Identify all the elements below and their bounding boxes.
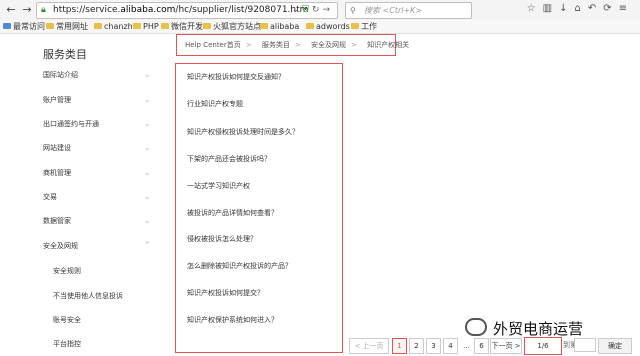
page-button[interactable]: 3 [426,338,441,354]
forward-icon[interactable]: → [19,2,35,18]
breadcrumb: Help Center首页 > 服务类目 > 安全及网规 > 知识产权相关 [176,34,409,56]
search-icon: ⚲ [350,6,356,15]
chevron-right-icon: > [350,41,357,49]
chevron-down-icon: ⌄ [143,95,151,105]
search-placeholder: 搜索 <Ctrl+K> [364,6,423,15]
chevron-down-icon: ⌄ [143,168,151,178]
sync-icon: ⟳ [603,3,619,14]
sidebar-item-security[interactable]: 安全及网规 ⌃ [43,234,151,258]
url-action-icons[interactable]: ⌄⛨↻→ [292,3,333,18]
question-list: 知识产权投诉如何提交反通知？ 行业知识产权专题 知识产权侵权投诉处理时间是多久？… [175,63,343,353]
page-button[interactable]: 1 [392,338,407,354]
search-bar[interactable]: ⚲ 搜索 <Ctrl+K> [345,2,472,19]
chevron-down-icon: ⌄ [143,216,151,226]
confirm-button[interactable]: 确定 [598,338,632,354]
question-link[interactable]: 一站式学习知识产权 [187,181,337,191]
bookmark-item[interactable]: 火狐官方站点 [203,20,261,33]
url-bar[interactable]: 🔒︎ https://service.alibaba.com/hc/suppli… [36,2,338,19]
next-page-button[interactable]: 下一页 > [490,338,522,354]
breadcrumb-item[interactable]: 服务类目 [262,41,290,49]
sidebar-item[interactable]: 国际站介绍 ⌄ [43,63,151,87]
library-icon: ▥ [542,3,560,14]
home-icon: ⌂ [574,3,588,14]
breadcrumb-item: 知识产权相关 [367,41,410,49]
question-link[interactable]: 下架的产品还会被投诉吗？ [187,154,337,164]
page-ellipsis: ... [460,338,473,354]
page-button[interactable]: 2 [409,338,424,354]
chevron-right-icon: > [294,41,301,49]
breadcrumb-item[interactable]: Help Center首页 [185,41,241,49]
sidebar-title: 服务类目 [43,48,87,61]
back-icon[interactable]: ← [3,2,19,18]
chevron-down-icon: ⌄ [143,192,151,202]
question-link[interactable]: 知识产权侵权投诉处理时间是多久？ [187,127,337,137]
question-link[interactable]: 怎么删除被知识产权投诉的产品？ [187,261,337,271]
bookmark-item[interactable]: 常用网址 [46,20,88,33]
star-icon: ☆ [526,3,543,14]
chevron-down-icon: ⌄ [143,70,151,80]
page-content: 服务类目 国际站介绍 ⌄ 账户管理 ⌄ 出口通签约与开通 ⌄ 网站建设 ⌄ 商机管理 ⌄ … [0,34,640,355]
page-button[interactable]: 4 [443,338,458,354]
reload-icon: ↻ [311,5,323,15]
question-link[interactable]: 行业知识产权专题 [187,99,337,109]
bookmarks-bar: 最常访问 常用网址 chanzhi PHP 微信开发 火狐官方站点 alibab… [0,20,640,34]
sidebar-item[interactable]: 交易 ⌄ [43,185,151,209]
download-icon: ↓ [559,3,575,14]
sidebar: 服务类目 国际站介绍 ⌄ 账户管理 ⌄ 出口通签约与开通 ⌄ 网站建设 ⌄ 商机管理 ⌄ … [0,34,160,353]
bookmark-item[interactable]: 工作 [351,20,377,33]
menu-icon: ≡ [618,3,634,14]
question-link[interactable]: 知识产权投诉如何提交反通知？ [187,72,337,82]
breadcrumb-item[interactable]: 安全及网规 [311,41,346,49]
bookmark-item[interactable]: 最常访问 [3,20,45,33]
prev-page-button[interactable]: < 上一页 [349,338,389,354]
chevron-down-icon: ⌄ [143,119,151,129]
bookmark-item[interactable]: PHP [133,20,159,33]
sidebar-subitem[interactable]: 不当使用他人信息投诉 [53,284,151,308]
undo-icon: ↶ [587,3,604,14]
question-link[interactable]: 侵权被投诉怎么处理？ [187,234,337,244]
question-link[interactable]: 知识产权保护系统如何进入？ [187,315,337,325]
sidebar-item[interactable]: 商机管理 ⌄ [43,161,151,185]
sidebar-item[interactable]: 账户管理 ⌄ [43,88,151,112]
sidebar-item[interactable]: 出口通签约与开通 ⌄ [43,112,151,136]
sidebar-subitem[interactable]: 平台指控 [53,332,151,356]
lock-icon: 🔒︎ [41,5,46,15]
url-text: https://service.alibaba.com/hc/supplier/… [53,5,309,15]
chevron-down-icon: ⌄ [143,143,151,153]
question-link[interactable]: 知识产权投诉如何提交？ [187,288,337,298]
bookmark-item[interactable]: 微信开发 [161,20,203,33]
page-button[interactable]: 6 [474,338,489,354]
browser-toolbar: ← → 🔒︎ https://service.alibaba.com/hc/su… [0,0,640,21]
chevron-up-icon: ⌃ [143,241,151,251]
browser-tool-icons[interactable]: ☆▥↓⌂↶⟳≡ [527,3,634,14]
shield-icon: ⛨ [302,5,312,15]
question-link[interactable]: 被投诉的产品详情如何查看？ [187,208,337,218]
wechat-icon [465,318,487,336]
sidebar-subitem[interactable]: 账号安全 [53,308,151,332]
sidebar-item[interactable]: 网站建设 ⌄ [43,136,151,160]
bookmark-item[interactable]: chanzhi [94,20,135,33]
page-counter: 1/6 [524,337,562,355]
goto-page-input[interactable] [574,338,596,352]
go-icon: → [322,5,333,15]
bookmark-item[interactable]: alibaba [260,20,299,33]
bookmark-item[interactable]: adwords [306,20,350,33]
sidebar-item[interactable]: 数据管家 ⌄ [43,209,151,233]
sidebar-subitem[interactable]: 安全规则 [53,259,151,283]
chevron-right-icon: > [245,41,252,49]
dropdown-icon: ⌄ [291,5,303,15]
